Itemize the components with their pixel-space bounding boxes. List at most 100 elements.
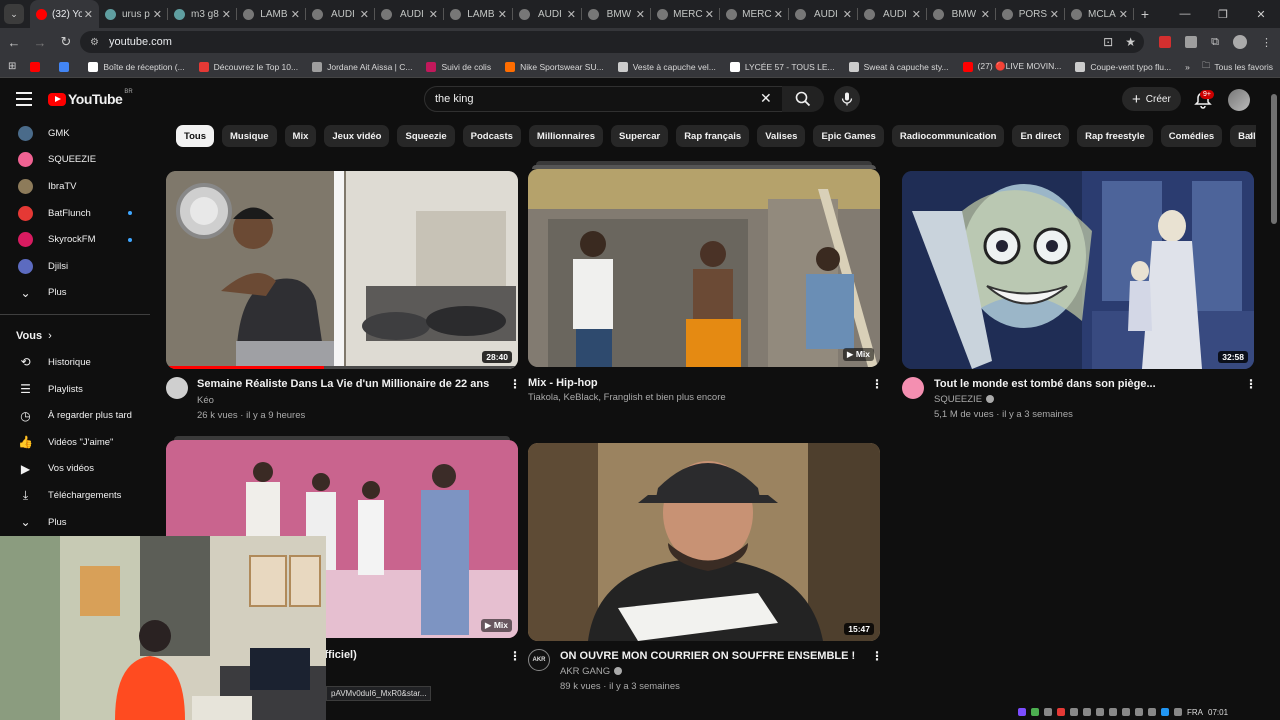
browser-tab[interactable]: AUDI ✕: [858, 0, 927, 28]
browser-tab[interactable]: m3 g8 ✕: [168, 0, 237, 28]
video-title[interactable]: Semaine Réaliste Dans La Vie d'un Millio…: [197, 378, 497, 390]
sidebar-item-watch-later[interactable]: ◷ À regarder plus tard: [0, 402, 150, 429]
tray-app-icon[interactable]: [1070, 708, 1078, 716]
restore-button[interactable]: ❐: [1204, 8, 1242, 21]
youtube-logo[interactable]: YouTube BR: [48, 89, 133, 107]
browser-tab[interactable]: BMW ✕: [582, 0, 651, 28]
bookmark-item[interactable]: Boîte de réception (...: [88, 61, 185, 72]
tab-close-icon[interactable]: ✕: [84, 8, 93, 21]
tray-app-icon[interactable]: [1044, 708, 1052, 716]
filter-chip[interactable]: Mix: [284, 125, 317, 147]
back-button[interactable]: ←: [2, 35, 26, 50]
all-bookmarks-button[interactable]: 🗀 Tous les favoris: [1202, 60, 1273, 74]
channel-avatar[interactable]: [166, 377, 188, 399]
video-card[interactable]: 28:40 Semaine Réaliste Dans La Vie d'un …: [166, 171, 521, 421]
sidebar-item-squeezie[interactable]: SQUEEZIE: [0, 147, 150, 174]
browser-tab[interactable]: PORS ✕: [996, 0, 1065, 28]
video-menu-icon[interactable]: ⋮: [871, 377, 883, 391]
site-info-icon[interactable]: ⚙: [90, 37, 99, 48]
filter-chip[interactable]: Rap freestyle: [1077, 125, 1153, 147]
filter-chip[interactable]: Squeezie: [397, 125, 455, 147]
bookmark-item[interactable]: LYCÉE 57 - TOUS LE...: [729, 61, 835, 72]
bluetooth-icon[interactable]: [1161, 708, 1169, 716]
tab-close-icon[interactable]: ✕: [291, 8, 300, 21]
tab-close-icon[interactable]: ✕: [567, 8, 576, 21]
bookmark-item[interactable]: [30, 61, 45, 72]
chips-next-arrow-icon[interactable]: ›: [1241, 126, 1261, 146]
tab-close-icon[interactable]: ✕: [222, 8, 231, 21]
tray-app-icon[interactable]: [1057, 708, 1065, 716]
browser-tab[interactable]: MERC ✕: [720, 0, 789, 28]
sidebar-item-your-videos[interactable]: ▶ Vos vidéos: [0, 456, 150, 483]
bookmark-item[interactable]: Suivi de colis: [426, 61, 491, 72]
filter-chip[interactable]: Jeux vidéo: [324, 125, 390, 147]
video-card[interactable]: 15:47 AKR ON OUVRE MON COURRIER ON SOUFF…: [528, 443, 883, 692]
video-menu-icon[interactable]: ⋮: [1245, 377, 1257, 391]
search-input[interactable]: the king: [424, 86, 786, 112]
voice-search-button[interactable]: [834, 86, 860, 112]
tab-close-icon[interactable]: ✕: [1050, 8, 1059, 21]
apps-grid-icon[interactable]: ⊞: [8, 61, 16, 72]
browser-tab[interactable]: MERC ✕: [651, 0, 720, 28]
video-thumbnail[interactable]: 32:58: [902, 171, 1254, 369]
video-thumbnail[interactable]: 28:40: [166, 171, 518, 369]
channel-name[interactable]: SQUEEZIE: [934, 394, 1234, 405]
new-tab-button[interactable]: +: [1134, 6, 1156, 22]
tab-close-icon[interactable]: ✕: [912, 8, 921, 21]
bookmark-item[interactable]: Découvrez le Top 10...: [198, 61, 298, 72]
channel-avatar[interactable]: [902, 377, 924, 399]
microphone-tray-icon[interactable]: [1109, 708, 1117, 716]
account-avatar[interactable]: [1228, 89, 1250, 111]
sidebar-item-download[interactable]: ⤓ Téléchargements: [0, 482, 150, 509]
sidebar-item-djilsi[interactable]: Djilsi: [0, 253, 150, 280]
mix-card[interactable]: ▶︎ Mix Mix - Hip-hop Tiakola, KeBlack, F…: [528, 161, 883, 403]
filter-chip[interactable]: Supercar: [611, 125, 669, 147]
video-menu-icon[interactable]: ⋮: [509, 377, 521, 391]
search-button[interactable]: [782, 86, 824, 112]
address-bar[interactable]: ⚙ youtube.com ⊡ ★: [80, 31, 1144, 53]
filter-chip[interactable]: Rap français: [676, 125, 750, 147]
tab-close-icon[interactable]: ✕: [843, 8, 852, 21]
video-title[interactable]: (officiel): [314, 649, 504, 661]
browser-tab[interactable]: AUDI ✕: [789, 0, 858, 28]
video-thumbnail[interactable]: ▶︎ Mix: [528, 169, 880, 367]
bookmark-star-icon[interactable]: ★: [1125, 35, 1136, 49]
video-thumbnail[interactable]: 15:47: [528, 443, 880, 641]
close-window-button[interactable]: ✕: [1242, 8, 1280, 21]
sidebar-item-history[interactable]: ⟲ Historique: [0, 349, 150, 376]
video-card[interactable]: 32:58 Tout le monde est tombé dans son p…: [902, 171, 1257, 420]
sidebar-item-batflunch[interactable]: BatFlunch: [0, 200, 150, 227]
video-title[interactable]: Tout le monde est tombé dans son piège..…: [934, 378, 1234, 390]
tray-app-icon[interactable]: [1122, 708, 1130, 716]
sidebar-item-skyrockfm[interactable]: SkyrockFM: [0, 226, 150, 253]
video-title[interactable]: ON OUVRE MON COURRIER ON SOUFFRE ENSEMBL…: [560, 650, 860, 662]
reload-button[interactable]: ↻: [54, 34, 78, 50]
wifi-icon[interactable]: [1135, 708, 1143, 716]
bookmark-item[interactable]: Nike Sportswear SU...: [505, 61, 604, 72]
filter-chip[interactable]: Epic Games: [813, 125, 884, 147]
tray-app-icon[interactable]: [1031, 708, 1039, 716]
tab-close-icon[interactable]: ✕: [153, 8, 162, 21]
filter-chip[interactable]: Comédies: [1160, 125, 1223, 147]
sidebar-item-like[interactable]: 👍 Vidéos "J'aime": [0, 429, 150, 456]
bookmark-item[interactable]: Coupe-vent typo flu...: [1075, 61, 1171, 72]
video-menu-icon[interactable]: ⋮: [509, 649, 521, 663]
sidebar-item-playlists[interactable]: ☰ Playlists: [0, 376, 150, 403]
filter-chip[interactable]: Millionnaires: [528, 125, 603, 147]
browser-tab[interactable]: (32) Yo ✕: [30, 0, 99, 28]
filter-chip[interactable]: Podcasts: [462, 125, 521, 147]
tab-close-icon[interactable]: ✕: [498, 8, 507, 21]
tray-app-icon[interactable]: [1083, 708, 1091, 716]
filter-chip[interactable]: En direct: [1012, 125, 1070, 147]
browser-tab[interactable]: LAMB ✕: [237, 0, 306, 28]
filter-chip[interactable]: Musique: [222, 125, 277, 147]
filter-chip[interactable]: Tous: [176, 125, 214, 147]
filter-chip[interactable]: Valises: [757, 125, 806, 147]
channel-name[interactable]: Kéo: [197, 395, 497, 406]
video-menu-icon[interactable]: ⋮: [871, 649, 883, 663]
tab-close-icon[interactable]: ✕: [981, 8, 990, 21]
bookmark-item[interactable]: Sweat à capuche sty...: [848, 61, 949, 72]
clock[interactable]: 07:01: [1208, 708, 1228, 717]
channel-avatar[interactable]: AKR: [528, 649, 550, 671]
sidebar-you-heading[interactable]: Vous ›: [0, 323, 150, 349]
